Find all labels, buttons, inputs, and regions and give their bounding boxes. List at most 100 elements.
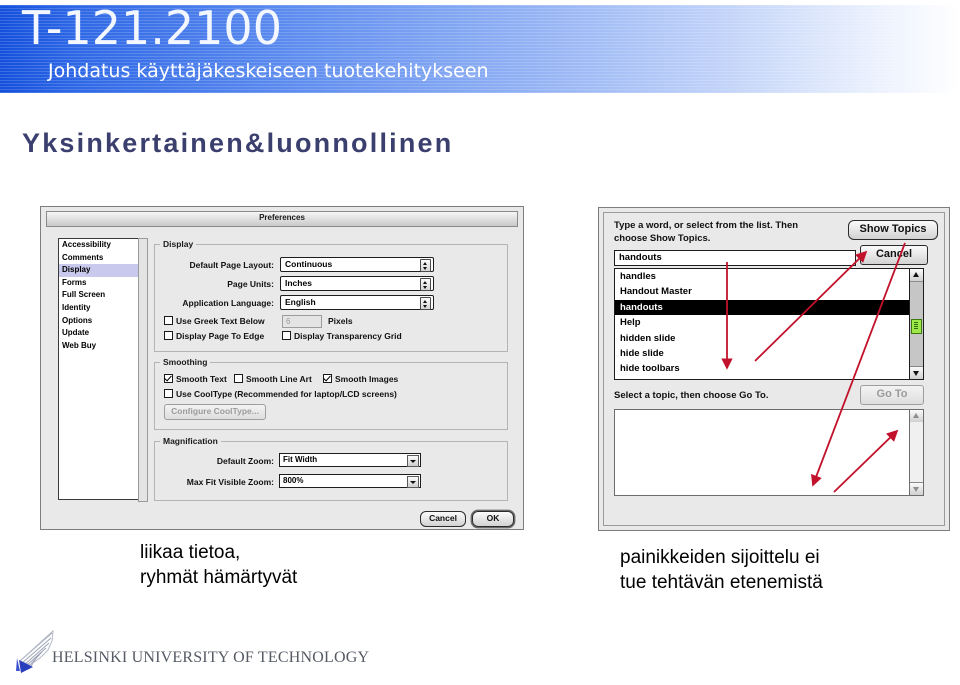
checkbox-box-icon <box>164 331 173 340</box>
preferences-category-list[interactable]: Accessibility Comments Display Forms Ful… <box>58 238 139 500</box>
smoothing-group-legend: Smoothing <box>160 357 211 367</box>
checkbox-box-icon <box>164 389 173 398</box>
smooth-images-checkbox[interactable]: Smooth Images <box>323 374 398 384</box>
greek-text-threshold-value: 6 <box>286 317 291 326</box>
chevron-down-icon[interactable] <box>407 455 419 467</box>
sidebar-item-identity[interactable]: Identity <box>59 302 138 315</box>
footer-organisation-name: HELSINKI UNIVERSITY OF TECHNOLOGY <box>52 649 370 666</box>
sidebar-item-web-buy[interactable]: Web Buy <box>59 340 138 353</box>
list-item[interactable]: handles <box>615 269 923 284</box>
checkbox-box-icon <box>323 374 332 383</box>
caption-left-line2: ryhmät hämärtyvät <box>140 567 298 588</box>
smooth-text-checkbox[interactable]: Smooth Text <box>164 374 227 384</box>
cancel-button[interactable]: Cancel <box>420 511 466 527</box>
slide-header-band: T-121.2100 Johdatus käyttäjäkeskeiseen t… <box>0 5 960 93</box>
max-fit-visible-zoom-select[interactable]: 800% <box>279 474 421 488</box>
show-topics-button[interactable]: Show Topics <box>848 220 938 240</box>
default-page-layout-select[interactable]: Continuous <box>280 257 434 272</box>
chevron-down-icon[interactable] <box>407 476 419 488</box>
page-units-value: Inches <box>285 278 312 288</box>
default-zoom-value: Fit Width <box>283 455 318 464</box>
application-language-value: English <box>285 297 316 307</box>
help-topic-list[interactable]: handles Handout Master handouts Help hid… <box>614 268 924 380</box>
display-transparency-grid-checkbox[interactable]: Display Transparency Grid <box>282 331 402 341</box>
checkbox-box-icon <box>164 316 173 325</box>
application-language-select[interactable]: English <box>280 295 434 310</box>
course-subtitle: Johdatus käyttäjäkeskeiseen tuotekehityk… <box>48 60 489 82</box>
go-to-button[interactable]: Go To <box>860 385 924 405</box>
greek-text-threshold-input[interactable]: 6 <box>282 315 322 328</box>
caption-left: liikaa tietoa, ryhmät hämärtyvät <box>140 540 297 590</box>
help-sub-prompt-text: Select a topic, then choose Go To. <box>614 390 769 401</box>
list-item[interactable]: hide slide <box>615 346 923 361</box>
sidebar-item-forms[interactable]: Forms <box>59 277 138 290</box>
list-item[interactable]: hide toolbars <box>615 361 923 376</box>
help-topic-list-scrollbar[interactable] <box>909 268 924 380</box>
preferences-title-bar: Preferences <box>46 211 518 227</box>
preferences-dialog-screenshot: Preferences Accessibility Comments Displ… <box>40 206 524 530</box>
help-prompt-text: Type a word, or select from the list. Th… <box>614 220 799 244</box>
display-transparency-grid-label: Display Transparency Grid <box>294 331 402 341</box>
help-cancel-button[interactable]: Cancel <box>860 245 928 265</box>
page-units-label: Page Units: <box>227 279 274 289</box>
checkbox-box-icon <box>234 374 243 383</box>
preferences-list-scrollbar[interactable] <box>138 238 148 502</box>
use-greek-text-label: Use Greek Text Below <box>176 316 265 326</box>
configure-cooltype-button[interactable]: Configure CoolType... <box>164 404 266 420</box>
magnification-group-legend: Magnification <box>160 436 221 446</box>
use-cooltype-checkbox[interactable]: Use CoolType (Recommended for laptop/LCD… <box>164 389 397 399</box>
smooth-text-label: Smooth Text <box>176 374 227 384</box>
max-fit-visible-zoom-value: 800% <box>283 476 304 485</box>
sidebar-item-accessibility[interactable]: Accessibility <box>59 239 138 252</box>
help-search-value: handouts <box>619 252 662 263</box>
smooth-line-art-label: Smooth Line Art <box>246 374 312 384</box>
sidebar-item-options[interactable]: Options <box>59 315 138 328</box>
display-group-legend: Display <box>160 239 197 249</box>
help-search-dialog-screenshot: Type a word, or select from the list. Th… <box>598 207 950 531</box>
smooth-line-art-checkbox[interactable]: Smooth Line Art <box>234 374 312 384</box>
help-results-list-scrollbar[interactable] <box>909 409 924 496</box>
display-page-to-edge-label: Display Page To Edge <box>176 331 265 341</box>
magnification-group <box>154 441 508 501</box>
scroll-down-arrow-icon[interactable] <box>910 366 923 379</box>
list-item[interactable]: Help <box>615 315 923 330</box>
caption-right-line2: tue tehtävän etenemistä <box>620 572 823 593</box>
default-zoom-select[interactable]: Fit Width <box>279 453 421 467</box>
slide-footer: HELSINKI UNIVERSITY OF TECHNOLOGY <box>0 617 960 685</box>
list-item-selected[interactable]: handouts <box>615 299 923 316</box>
max-fit-visible-zoom-label: Max Fit Visible Zoom: <box>186 477 274 487</box>
preferences-window-title: Preferences <box>259 213 305 222</box>
sidebar-item-update[interactable]: Update <box>59 327 138 340</box>
ok-button[interactable]: OK <box>472 511 514 527</box>
help-dialog-body: Type a word, or select from the list. Th… <box>603 212 945 526</box>
sidebar-item-full-screen[interactable]: Full Screen <box>59 289 138 302</box>
caption-left-line1: liikaa tietoa, <box>140 542 241 563</box>
default-page-layout-value: Continuous <box>285 259 333 269</box>
smooth-images-label: Smooth Images <box>335 374 399 384</box>
default-page-layout-label: Default Page Layout: <box>189 260 274 270</box>
list-item[interactable]: hidden slide <box>615 331 923 346</box>
chevron-updown-icon[interactable] <box>420 278 431 291</box>
use-cooltype-label: Use CoolType (Recommended for laptop/LCD… <box>176 389 397 399</box>
list-item[interactable]: Handout Master <box>615 284 923 299</box>
sidebar-item-display[interactable]: Display <box>59 264 138 277</box>
sidebar-item-comments[interactable]: Comments <box>59 252 138 265</box>
display-page-to-edge-checkbox[interactable]: Display Page To Edge <box>164 331 264 341</box>
help-results-list[interactable] <box>614 409 924 496</box>
checkbox-box-icon <box>282 331 291 340</box>
preferences-body: Accessibility Comments Display Forms Ful… <box>46 228 516 527</box>
page-units-select[interactable]: Inches <box>280 276 434 291</box>
pixels-label: Pixels <box>328 316 353 326</box>
scrollbar-thumb[interactable] <box>910 422 923 483</box>
course-code: T-121.2100 <box>22 5 282 55</box>
caption-right-line1: painikkeiden sijoittelu ei <box>620 547 820 568</box>
checkbox-box-icon <box>164 374 173 383</box>
help-search-input[interactable]: handouts <box>614 250 856 266</box>
scrollbar-position-marker <box>911 319 922 334</box>
chevron-updown-icon[interactable] <box>420 259 431 272</box>
use-greek-text-checkbox[interactable]: Use Greek Text Below <box>164 316 265 326</box>
chevron-updown-icon[interactable] <box>420 297 431 310</box>
scroll-down-arrow-icon[interactable] <box>910 482 923 495</box>
page-title: Yksinkertainen&luonnollinen <box>22 128 454 158</box>
application-language-label: Application Language: <box>182 298 274 308</box>
